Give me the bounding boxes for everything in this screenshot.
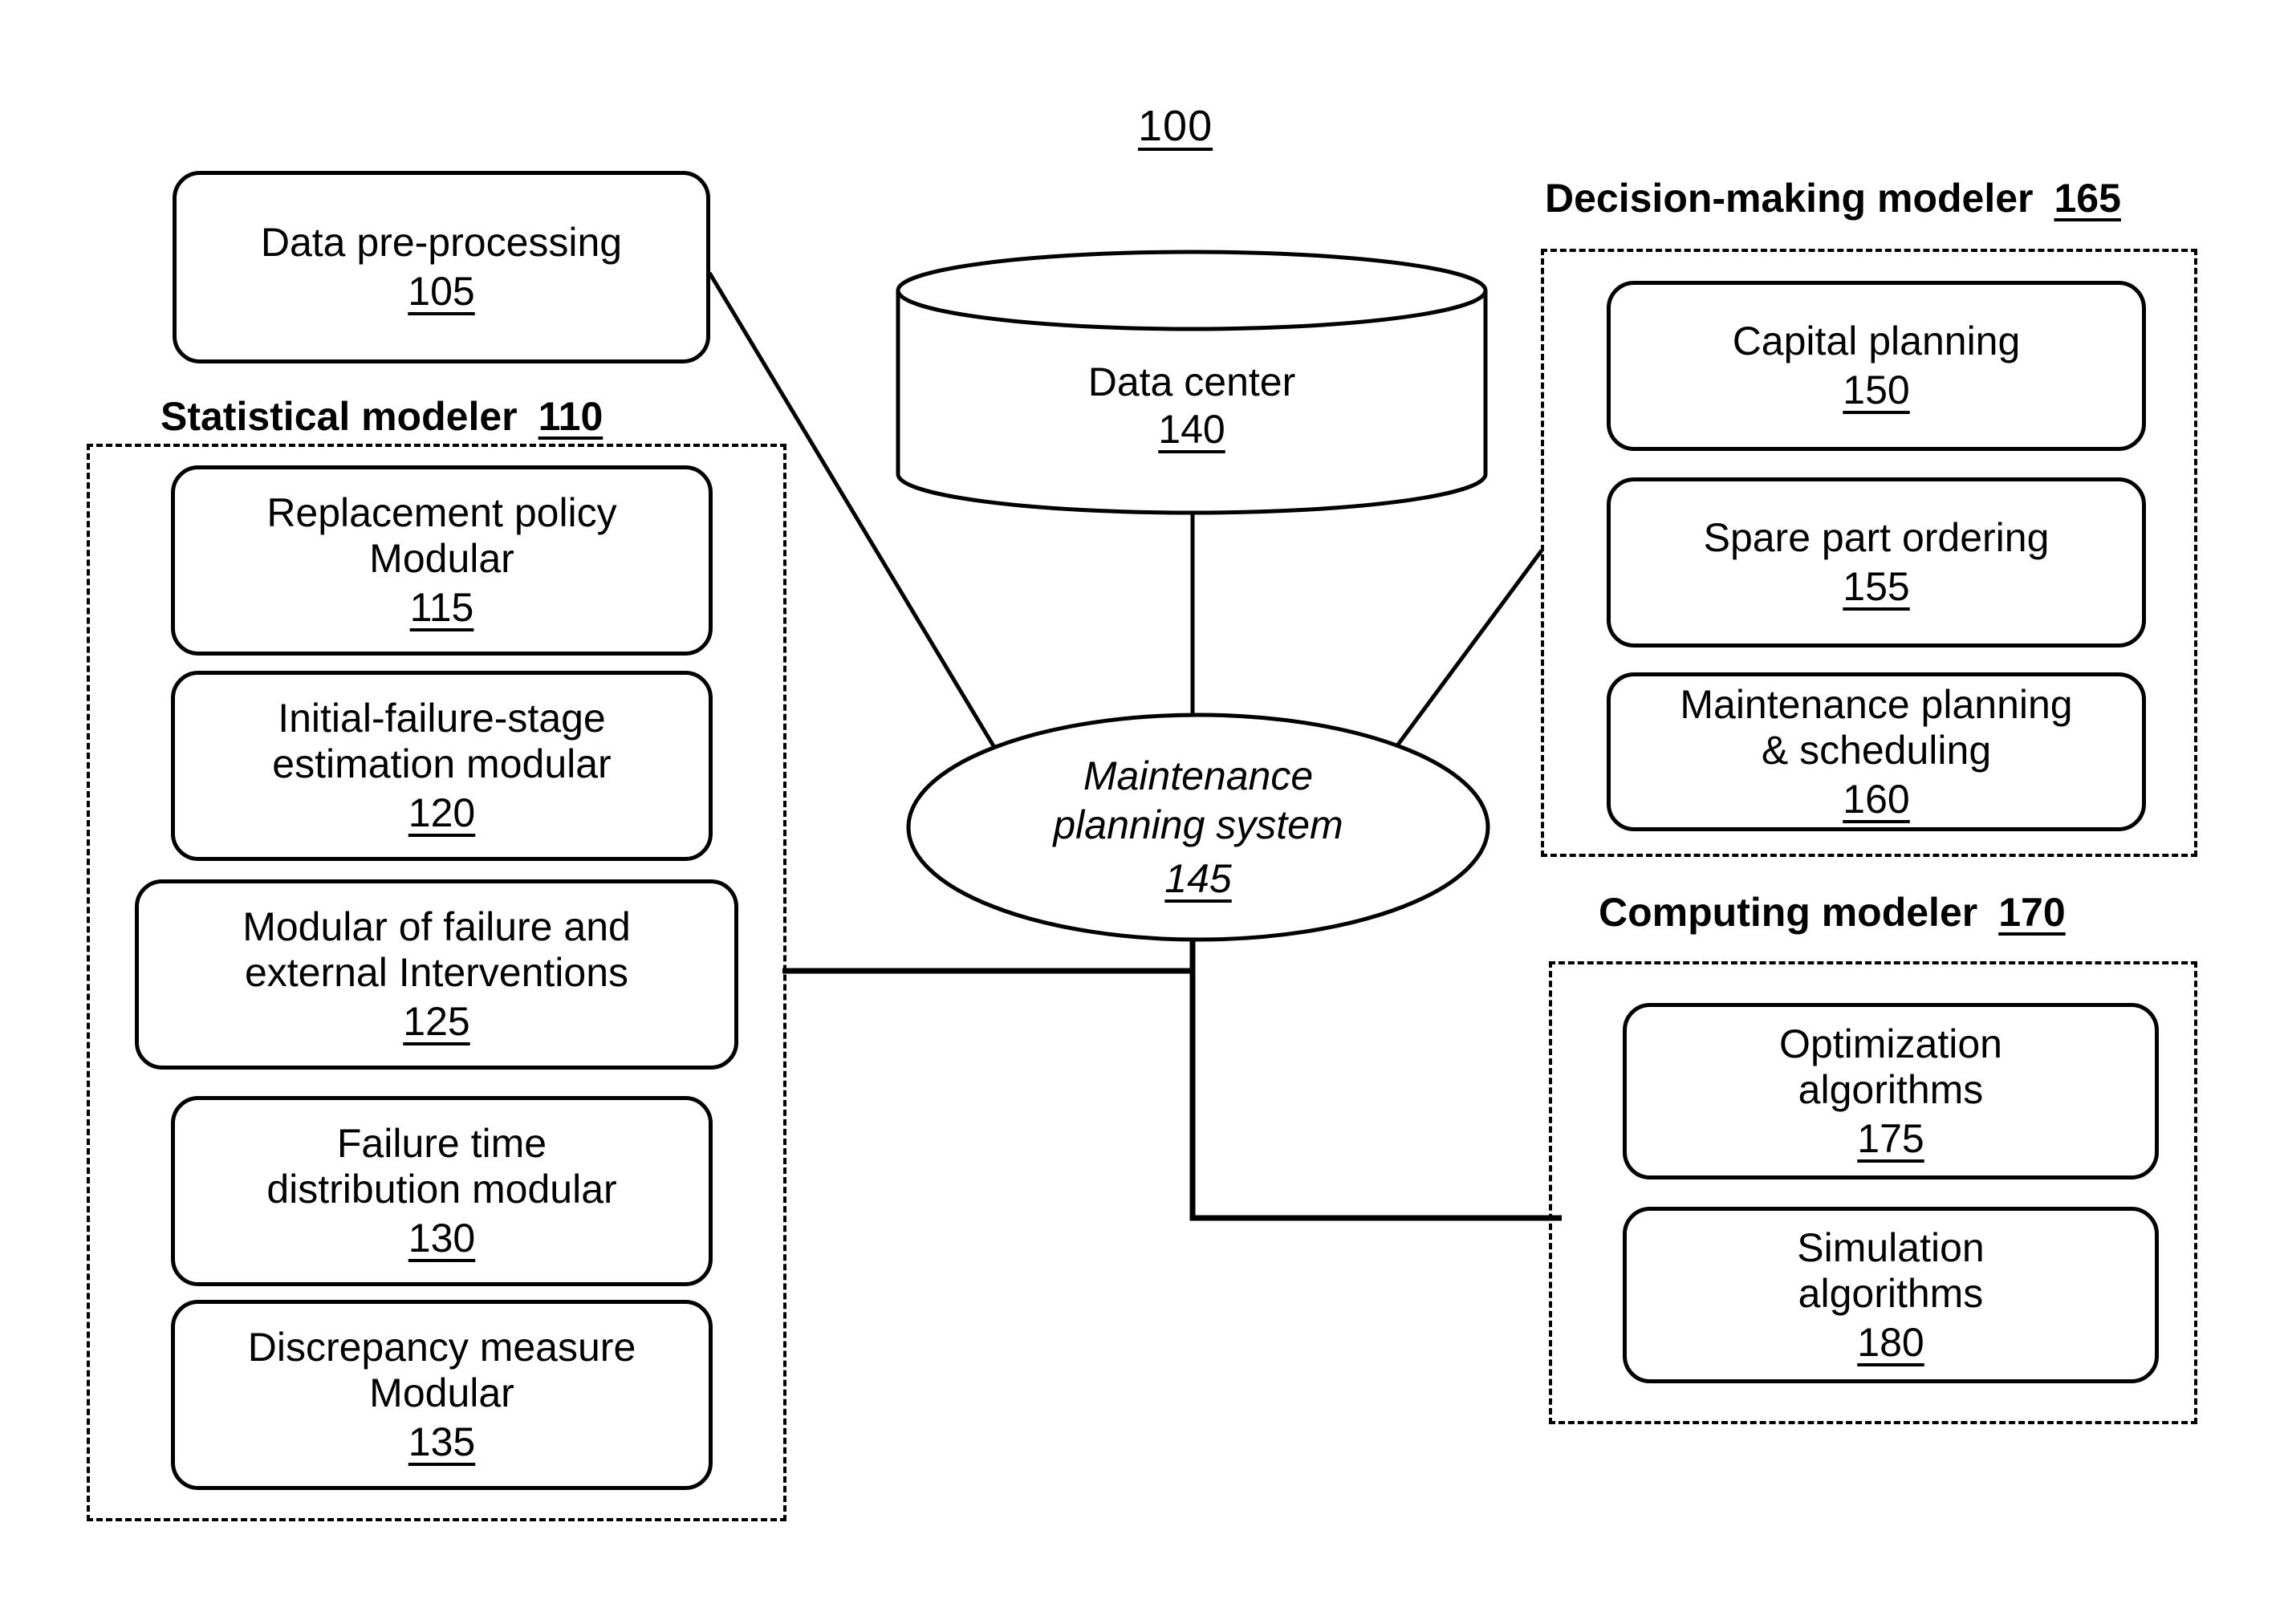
node-ref: 145 (1164, 855, 1232, 901)
node-text-block: Maintenance planning system 145 (905, 713, 1491, 942)
node-replacement-policy[interactable]: Replacement policy Modular 115 (171, 465, 713, 656)
group-title-computing-modeler: Computing modeler 170 (1599, 889, 2066, 936)
node-ref: 180 (1857, 1319, 1924, 1365)
node-ref: 140 (1158, 407, 1225, 452)
group-title-statistical-modeler: Statistical modeler 110 (161, 393, 603, 440)
node-ref: 175 (1857, 1115, 1924, 1161)
node-label: Simulation algorithms (1797, 1224, 1985, 1316)
node-optimization-algorithms[interactable]: Optimization algorithms 175 (1623, 1003, 2159, 1179)
node-ref: 130 (408, 1216, 476, 1261)
node-ref: 150 (1843, 367, 1910, 412)
node-ref: 105 (408, 269, 475, 314)
node-ref: 135 (408, 1419, 476, 1464)
figure-canvas: 100 Data pre-processing 105 Statistical … (0, 0, 2284, 1624)
node-ref: 120 (408, 790, 476, 835)
group-title-text: Statistical modeler (161, 394, 518, 439)
node-label: Failure time distribution modular (266, 1121, 617, 1212)
node-simulation-algorithms[interactable]: Simulation algorithms 180 (1623, 1207, 2159, 1383)
node-ref: 115 (409, 585, 474, 630)
connector-145-to-170 (1189, 971, 1562, 1221)
group-title-text: Decision-making modeler (1545, 176, 2034, 221)
node-label: Spare part ordering (1703, 515, 2050, 560)
node-label: Maintenance planning system (1053, 753, 1343, 847)
node-label: Optimization algorithms (1779, 1021, 2002, 1112)
group-title-decision-making-modeler: Decision-making modeler 165 (1545, 175, 2121, 221)
node-label: Discrepancy measure Modular (247, 1325, 636, 1415)
figure-number: 100 (1138, 102, 1213, 150)
node-capital-planning[interactable]: Capital planning 150 (1607, 281, 2146, 451)
node-label: Data pre-processing (260, 220, 623, 265)
node-initial-failure-stage[interactable]: Initial-failure-stage estimation modular… (171, 671, 713, 861)
node-label: Capital planning (1732, 319, 2021, 363)
node-maintenance-planning-system[interactable]: Maintenance planning system 145 (905, 713, 1491, 942)
node-data-preprocessing[interactable]: Data pre-processing 105 (173, 171, 710, 363)
node-maintenance-planning-scheduling[interactable]: Maintenance planning & scheduling 160 (1607, 672, 2146, 831)
node-label: Maintenance planning & scheduling (1680, 681, 2073, 773)
group-ref: 170 (1998, 890, 2066, 935)
node-spare-part-ordering[interactable]: Spare part ordering 155 (1607, 477, 2146, 648)
node-discrepancy-measure[interactable]: Discrepancy measure Modular 135 (171, 1300, 713, 1490)
group-ref: 165 (2054, 176, 2121, 221)
node-ref: 125 (403, 999, 470, 1044)
group-title-text: Computing modeler (1599, 890, 1978, 935)
node-label: Modular of failure and external Interven… (242, 904, 631, 995)
node-label: Replacement policy Modular (266, 490, 617, 581)
node-failure-external-interventions[interactable]: Modular of failure and external Interven… (135, 879, 738, 1070)
node-text-block: Data center 140 (894, 359, 1489, 453)
node-label: Initial-failure-stage estimation modular (272, 696, 612, 786)
node-failure-time-distribution[interactable]: Failure time distribution modular 130 (171, 1096, 713, 1286)
node-ref: 160 (1843, 776, 1910, 822)
node-label: Data center (1087, 359, 1296, 404)
node-ref: 155 (1843, 564, 1910, 609)
node-data-center[interactable]: Data center 140 (894, 249, 1489, 516)
group-ref: 110 (538, 394, 604, 439)
